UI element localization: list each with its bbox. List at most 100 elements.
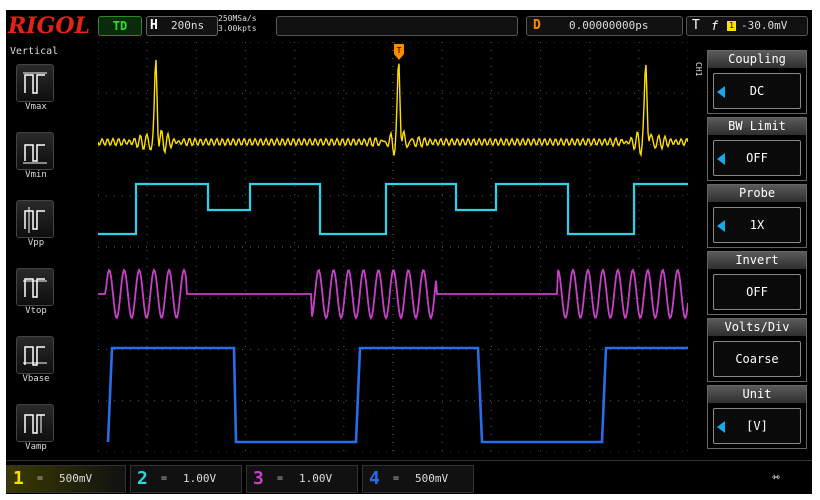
grid-dot <box>441 426 443 427</box>
grid-dot <box>498 195 499 197</box>
grid-dot <box>370 400 371 402</box>
grid-dot <box>322 195 323 197</box>
grid-dot <box>666 195 667 197</box>
grid-dot <box>618 195 619 197</box>
grid-dot <box>626 297 627 299</box>
grid-dot <box>578 42 579 43</box>
grid-dot <box>294 218 296 219</box>
invert-menu-item[interactable]: Invert OFF <box>707 251 807 315</box>
ch2-coupling-icon: = <box>161 473 168 484</box>
coupling-label: Coupling <box>708 51 806 68</box>
grid-dot <box>245 50 246 51</box>
coupling-value-box[interactable]: DC <box>713 73 801 109</box>
grid-dot <box>245 306 246 307</box>
grid-dot <box>441 322 443 323</box>
grid-dot <box>210 92 211 94</box>
grid-dot <box>687 202 688 203</box>
run-state-indicator[interactable]: TD <box>98 16 142 36</box>
grid-dot <box>354 297 355 299</box>
bw-limit-menu-item[interactable]: BW Limit OFF <box>707 117 807 181</box>
grid-dot <box>298 195 299 197</box>
vmax-measure-icon[interactable] <box>16 64 54 102</box>
grid-dot <box>294 338 296 339</box>
grid-dot <box>392 330 394 331</box>
grid-dot <box>466 195 467 197</box>
vpp-measure-icon[interactable] <box>16 200 54 238</box>
vpp-label: Vpp <box>27 238 45 248</box>
vtop-measure-icon[interactable] <box>16 268 54 306</box>
vbase-measure-icon[interactable] <box>16 336 54 374</box>
grid-dot <box>294 450 296 451</box>
grid-dot <box>490 74 492 75</box>
vamp-measure-icon[interactable] <box>16 404 54 442</box>
grid-dot <box>441 394 443 395</box>
grid-dot <box>540 298 541 299</box>
grid-dot <box>146 58 148 59</box>
grid-dot <box>687 50 688 51</box>
ch4-status[interactable]: 4 = 500mV <box>362 465 474 493</box>
grid-dot <box>245 162 246 163</box>
ch2-status[interactable]: 2 = 1.00V <box>130 465 242 493</box>
grid-dot <box>338 451 339 452</box>
grid-dot <box>602 92 603 94</box>
waveform-position-bar[interactable] <box>276 16 518 36</box>
grid-dot <box>418 400 419 402</box>
waveform-graticule[interactable]: 1 2 3 4 T <box>98 42 688 452</box>
grid-dot <box>294 194 296 195</box>
grid-dot <box>687 82 688 83</box>
vmin-measure-icon[interactable] <box>16 132 54 170</box>
grid-dot <box>146 106 148 107</box>
volts-div-menu-item[interactable]: Volts/Div Coarse <box>707 318 807 382</box>
coupling-menu-item[interactable]: Coupling DC <box>707 50 807 114</box>
grid-dot <box>186 42 187 43</box>
grid-dot <box>687 282 688 283</box>
grid-dot <box>589 138 591 139</box>
grid-dot <box>282 246 283 248</box>
grid-dot <box>626 451 627 452</box>
grid-dot <box>245 370 246 371</box>
ch1-status[interactable]: 1 = 500mV <box>6 465 126 493</box>
grid-dot <box>450 92 451 94</box>
grid-dot <box>392 394 394 395</box>
volts-div-value-box[interactable]: Coarse <box>713 341 801 377</box>
grid-dot <box>282 195 283 197</box>
grid-dot <box>218 246 219 248</box>
horizontal-timebase[interactable]: H 200ns <box>146 16 218 36</box>
grid-dot <box>638 434 640 435</box>
grid-dot <box>226 195 227 197</box>
grid-dot <box>250 349 251 350</box>
grid-dot <box>343 282 345 283</box>
ch3-status[interactable]: 3 = 1.00V <box>246 465 358 493</box>
grid-dot <box>441 98 443 99</box>
grid-dot <box>98 346 99 347</box>
probe-menu-item[interactable]: Probe 1X <box>707 184 807 248</box>
grid-dot <box>589 410 591 411</box>
grid-dot <box>354 246 355 248</box>
grid-dot <box>589 42 591 43</box>
horizontal-delay[interactable]: D 0.00000000ps <box>526 16 683 36</box>
invert-value-box[interactable]: OFF <box>713 274 801 310</box>
grid-dot <box>245 218 246 219</box>
grid-dot <box>98 349 99 350</box>
bw-limit-value-box[interactable]: OFF <box>713 140 801 176</box>
grid-dot <box>506 246 507 248</box>
grid-dot <box>530 92 531 94</box>
grid-dot <box>687 290 688 291</box>
grid-dot <box>490 330 492 331</box>
grid-dot <box>441 402 443 403</box>
grid-dot <box>562 42 563 43</box>
grid-dot <box>441 266 443 267</box>
grid-dot <box>442 400 443 402</box>
grid-dot <box>514 42 515 43</box>
grid-dot <box>638 178 640 179</box>
grid-dot <box>410 42 411 43</box>
probe-value-box[interactable]: 1X <box>713 207 801 243</box>
grid-dot <box>294 274 296 275</box>
grid-dot <box>195 242 197 243</box>
unit-value-box[interactable]: [V] <box>713 408 801 444</box>
unit-menu-item[interactable]: Unit [V] <box>707 385 807 449</box>
trigger-info[interactable]: T f 1 -30.0mV <box>686 16 808 36</box>
grid-dot <box>146 74 148 75</box>
grid-dot <box>98 82 99 83</box>
grid-dot <box>338 246 339 248</box>
